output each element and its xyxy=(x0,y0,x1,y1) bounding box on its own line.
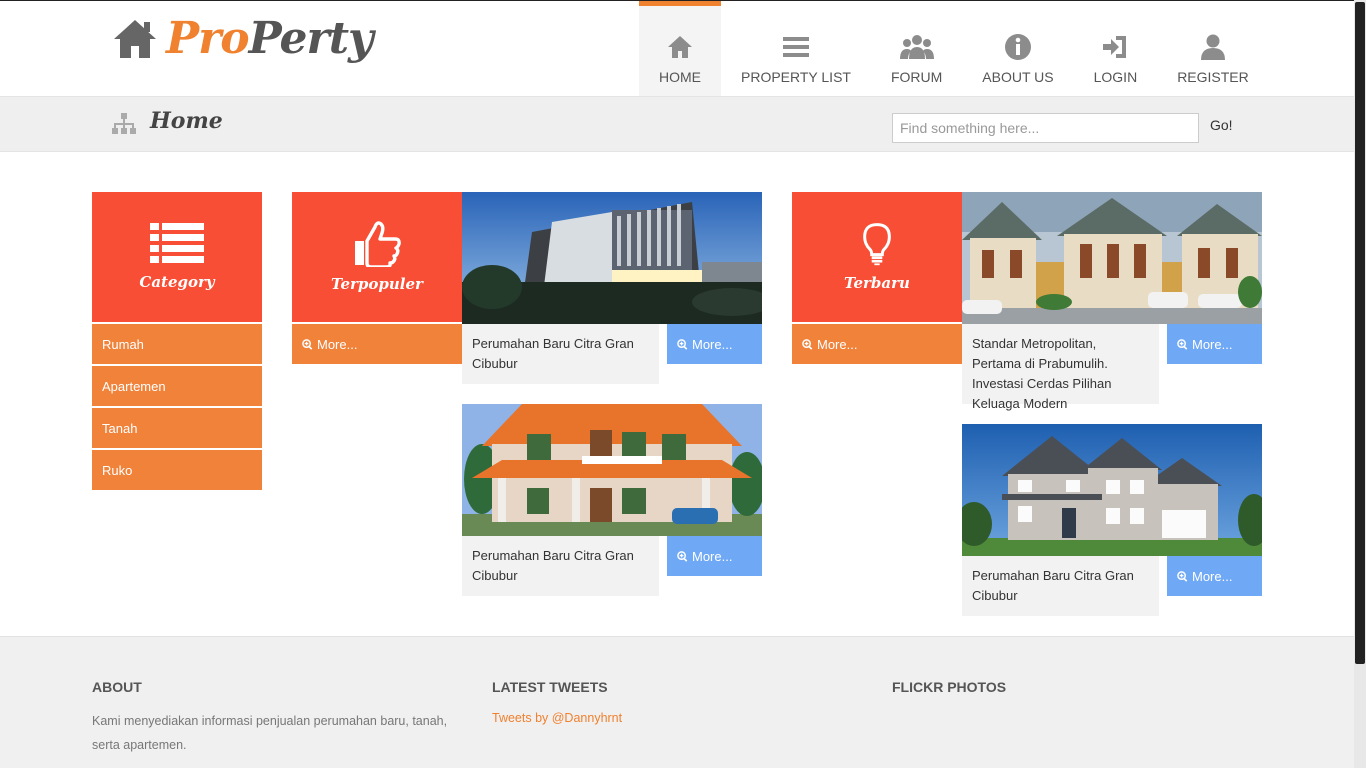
lightbulb-icon xyxy=(863,223,891,266)
nav-home[interactable]: HOME xyxy=(639,1,721,97)
nav-label: HOME xyxy=(659,69,701,85)
nav-label: PROPERTY LIST xyxy=(741,69,851,85)
category-item-label: Apartemen xyxy=(102,378,166,394)
zoom-in-icon xyxy=(802,338,813,350)
breadcrumb-bar: Home Go! xyxy=(0,96,1354,152)
nav-about-us[interactable]: ABOUT US xyxy=(962,1,1073,97)
more-label: More... xyxy=(817,336,858,352)
nav-register[interactable]: REGISTER xyxy=(1157,1,1269,97)
listing-photo-modern-house[interactable] xyxy=(462,192,762,324)
nav-label: LOGIN xyxy=(1093,69,1138,85)
logo-text-pro: Pro xyxy=(166,13,250,64)
nav-property-list[interactable]: PROPERTY LIST xyxy=(721,1,871,97)
listing-more-button[interactable]: More... xyxy=(1167,324,1262,364)
site-logo[interactable]: ProPerty xyxy=(112,13,374,65)
search-input[interactable] xyxy=(892,113,1199,143)
nav-label: REGISTER xyxy=(1177,69,1249,85)
category-item-label: Ruko xyxy=(102,462,133,478)
category-item-label: Rumah xyxy=(102,336,144,352)
footer-about-heading: ABOUT xyxy=(92,679,142,695)
list-icon xyxy=(782,37,809,57)
category-tile: Category xyxy=(92,192,262,322)
category-item-tanah[interactable]: Tanah xyxy=(92,408,262,448)
thumbs-up-icon xyxy=(355,221,401,267)
site-footer: ABOUT Kami menyediakan informasi penjual… xyxy=(0,636,1354,768)
page-title: Home xyxy=(150,108,223,134)
more-label: More... xyxy=(317,336,358,352)
terpopuler-tile: Terpopuler xyxy=(292,192,462,322)
category-title: Category xyxy=(139,273,215,291)
info-icon xyxy=(1004,34,1031,60)
listing-more-button[interactable]: More... xyxy=(667,324,762,364)
footer-flickr-heading: FLICKR PHOTOS xyxy=(892,679,1007,695)
terpopuler-title: Terpopuler xyxy=(331,275,423,293)
sitemap-icon xyxy=(112,113,136,134)
more-label: More... xyxy=(1192,336,1233,352)
page-scrollbar[interactable] xyxy=(1354,0,1366,768)
footer-about-text: Kami menyediakan informasi penjualan per… xyxy=(92,714,448,752)
logo-text-perty: Perty xyxy=(248,13,374,64)
listing-caption: Perumahan Baru Citra Gran Cibubur xyxy=(962,556,1159,616)
terpopuler-more-button[interactable]: More... xyxy=(292,324,462,364)
listing-caption: Perumahan Baru Citra Gran Cibubur xyxy=(462,324,659,384)
user-icon xyxy=(1200,34,1225,60)
listing-caption: Perumahan Baru Citra Gran Cibubur xyxy=(462,536,659,596)
terbaru-tile: Terbaru xyxy=(792,192,962,322)
home-icon xyxy=(668,36,692,58)
more-label: More... xyxy=(692,336,733,352)
category-item-label: Tanah xyxy=(102,420,138,436)
nav-label: ABOUT US xyxy=(982,69,1054,85)
category-item-ruko[interactable]: Ruko xyxy=(92,450,262,490)
listing-photo-orange-roof-house[interactable] xyxy=(462,404,762,536)
listing-caption: Standar Metropolitan, Pertama di Prabumu… xyxy=(962,324,1159,411)
home-logo-icon xyxy=(114,20,156,58)
more-label: More... xyxy=(1192,568,1233,584)
listing-photo-townhouses[interactable] xyxy=(962,192,1262,324)
zoom-in-icon xyxy=(302,338,313,350)
nav-forum[interactable]: FORUM xyxy=(871,1,962,97)
zoom-in-icon xyxy=(677,550,688,562)
main-nav: HOME PROPERTY LIST FORUM ABOUT US LOGIN … xyxy=(639,1,1269,97)
list-icon xyxy=(150,223,204,263)
nav-label: FORUM xyxy=(890,69,943,85)
terbaru-title: Terbaru xyxy=(844,274,910,292)
category-item-apartemen[interactable]: Apartemen xyxy=(92,366,262,406)
search-go-button[interactable]: Go! xyxy=(1210,117,1233,133)
users-icon xyxy=(899,35,934,59)
terbaru-more-button[interactable]: More... xyxy=(792,324,962,364)
listing-more-button[interactable]: More... xyxy=(1167,556,1262,596)
footer-tweets-link[interactable]: Tweets by @Dannyhrnt xyxy=(492,711,622,725)
login-icon xyxy=(1103,36,1127,58)
site-header: ProPerty HOME PROPERTY LIST FORUM ABOUT … xyxy=(0,0,1354,97)
zoom-in-icon xyxy=(677,338,688,350)
more-label: More... xyxy=(692,548,733,564)
zoom-in-icon xyxy=(1177,570,1188,582)
nav-login[interactable]: LOGIN xyxy=(1074,1,1158,97)
listing-photo-suburban-house[interactable] xyxy=(962,424,1262,556)
category-item-rumah[interactable]: Rumah xyxy=(92,324,262,364)
scrollbar-thumb[interactable] xyxy=(1355,2,1365,664)
listing-more-button[interactable]: More... xyxy=(667,536,762,576)
footer-tweets-heading: LATEST TWEETS xyxy=(492,679,608,695)
zoom-in-icon xyxy=(1177,338,1188,350)
